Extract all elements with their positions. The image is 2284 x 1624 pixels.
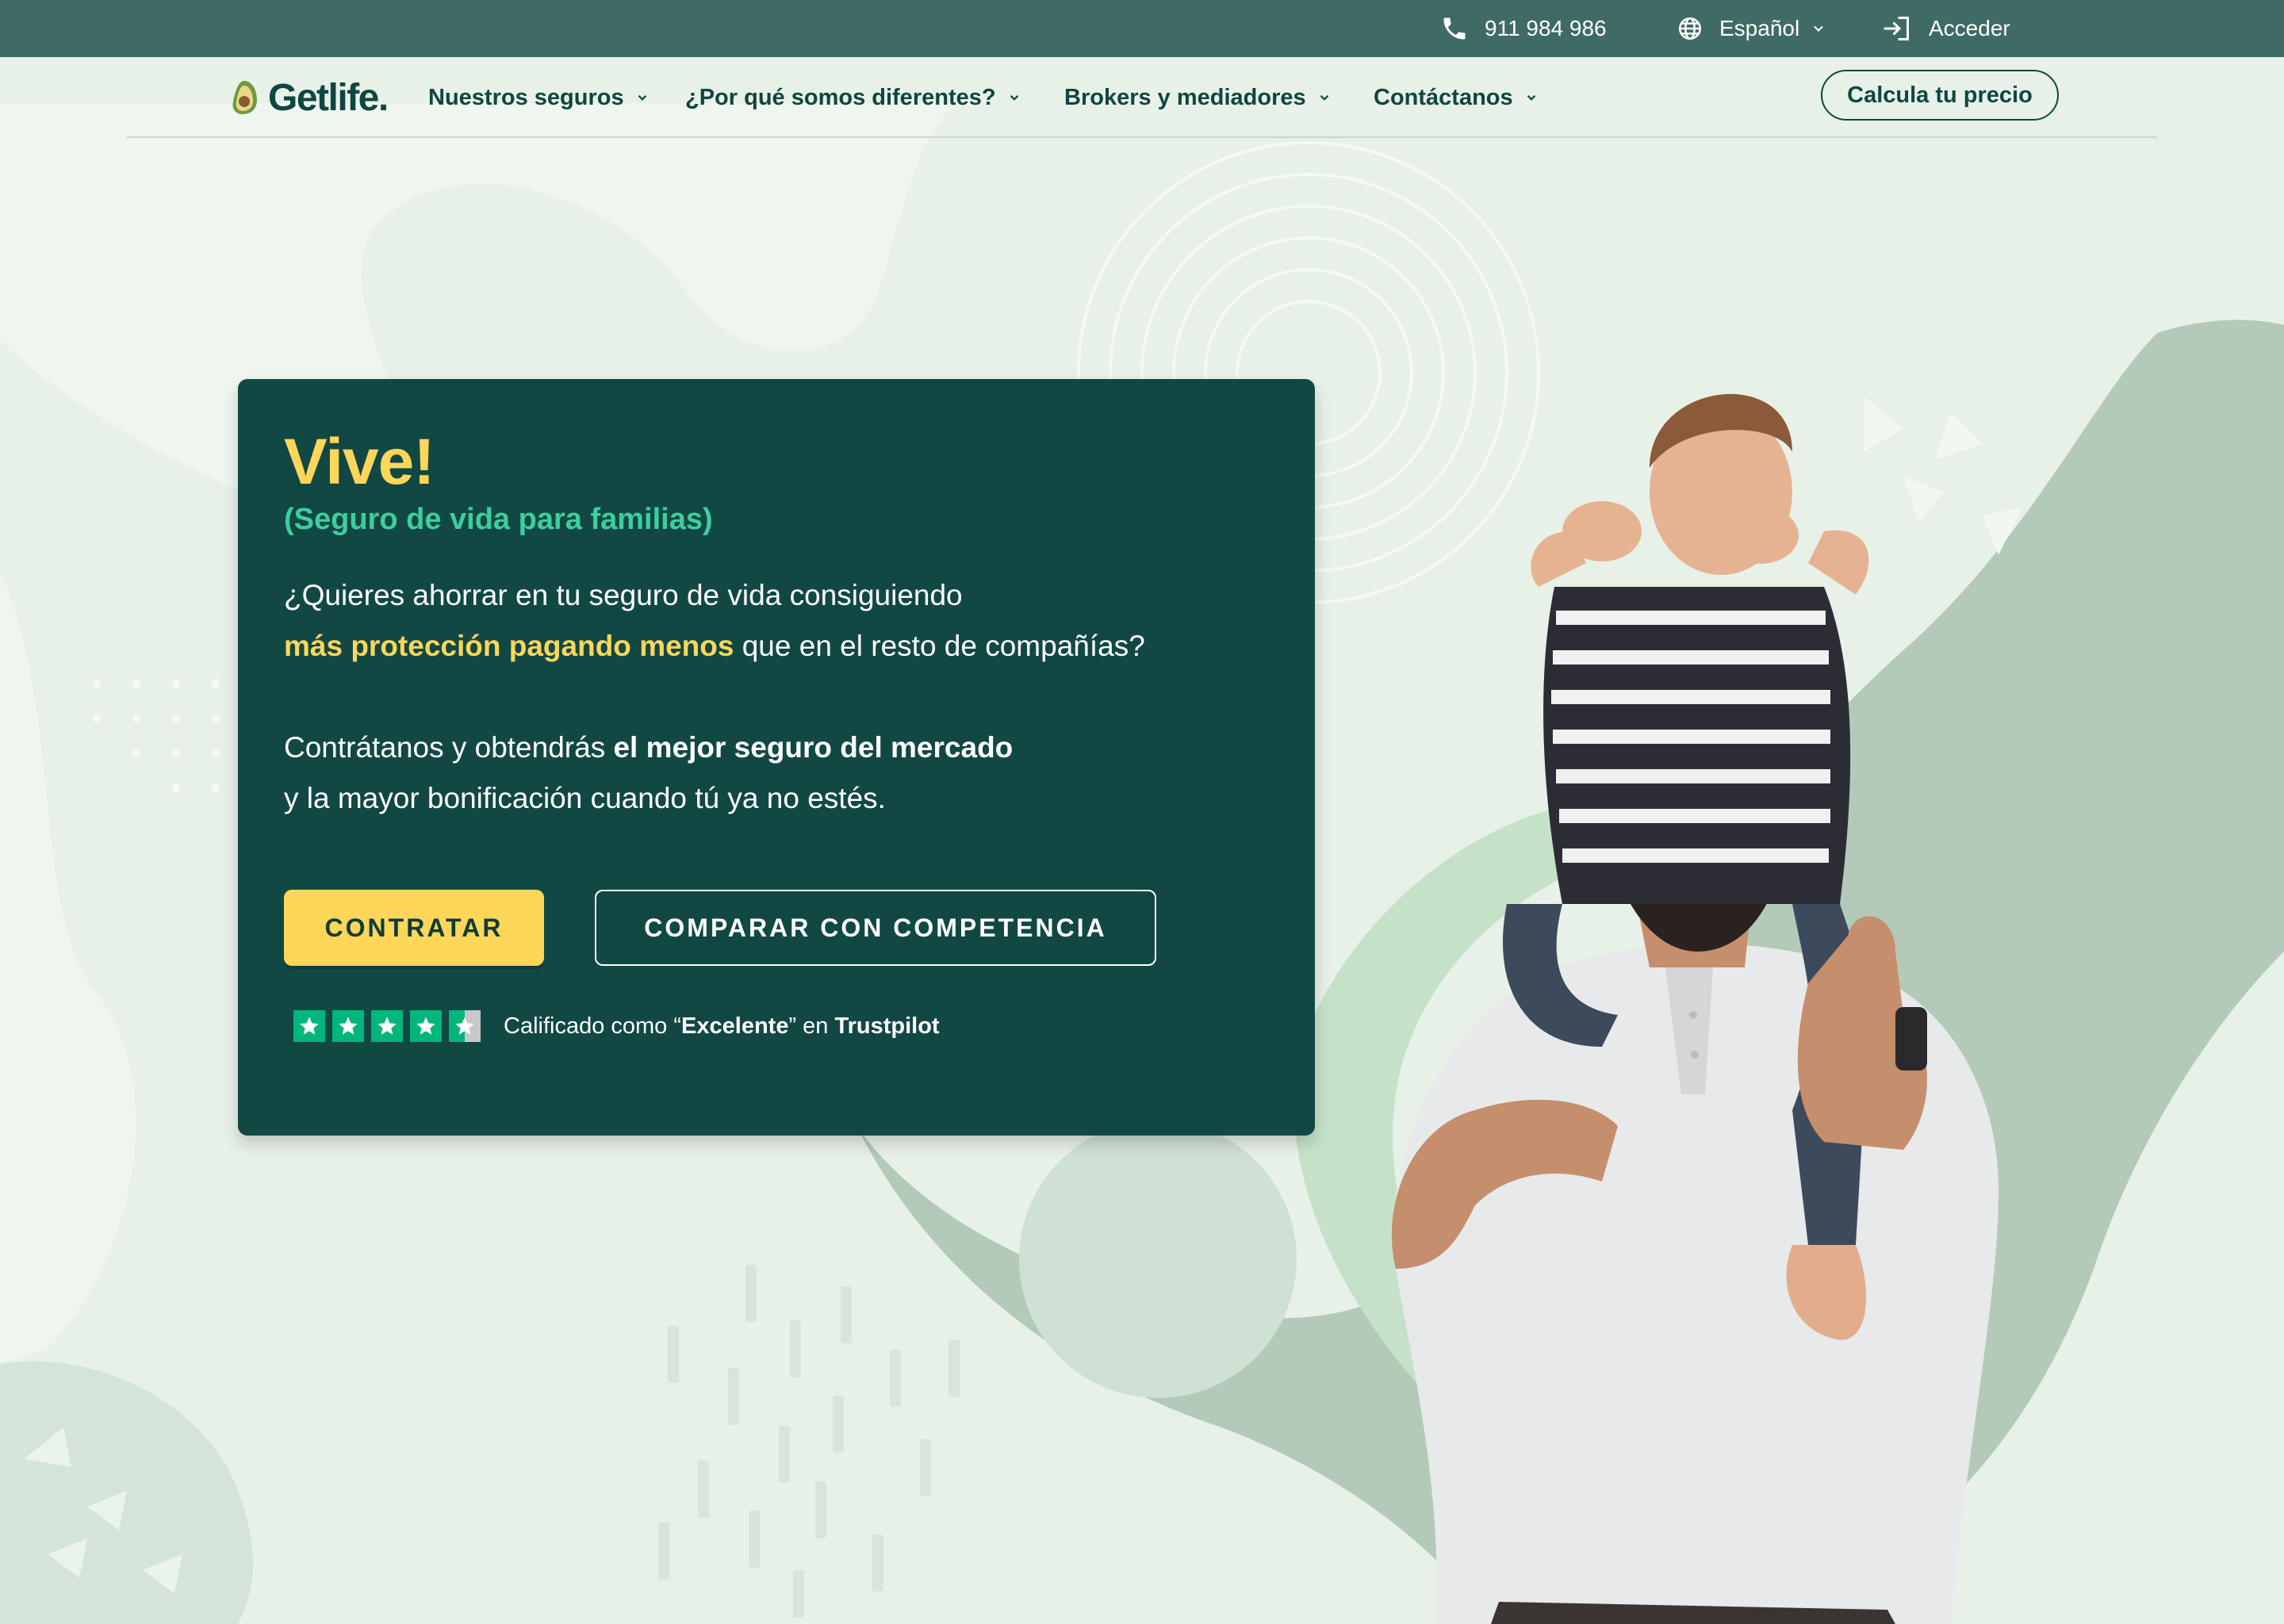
logo-text: Getlife. bbox=[268, 76, 389, 119]
phone-icon bbox=[1443, 17, 1466, 40]
compare-with-competition-button[interactable]: COMPARAR CON COMPETENCIA bbox=[595, 890, 1156, 966]
nav-divider bbox=[127, 136, 2157, 138]
chevron-down-icon bbox=[1320, 94, 1328, 101]
trust-mid: ” en bbox=[788, 1013, 835, 1039]
star-icon bbox=[332, 1010, 364, 1042]
hero-p1-text: ¿Quieres ahorrar en tu seguro de vida co… bbox=[284, 579, 963, 611]
calculate-price-button[interactable]: Calcula tu precio bbox=[1821, 70, 2059, 121]
hero-p2-text-end: y la mayor bonificación cuando tú ya no … bbox=[284, 782, 886, 814]
trustpilot-text: Calificado como “Excelente” en Trustpilo… bbox=[504, 1013, 940, 1040]
hero-photo-father-and-child bbox=[1391, 393, 1998, 1624]
rating-stars bbox=[293, 1010, 488, 1042]
main-navigation: Getlife. Nuestros seguros ¿Por qué somos… bbox=[0, 57, 2284, 138]
chevron-down-icon bbox=[1527, 94, 1535, 101]
phone-number: 911 984 986 bbox=[1485, 16, 1607, 40]
trust-brand: Trustpilot bbox=[834, 1013, 940, 1039]
hero-paragraph-savings: ¿Quieres ahorrar en tu seguro de vida co… bbox=[284, 570, 1269, 672]
login-icon bbox=[1884, 17, 1909, 40]
nav-item-label: ¿Por qué somos diferentes? bbox=[685, 84, 996, 110]
hero-title: Vive! bbox=[284, 426, 435, 498]
star-icon bbox=[371, 1010, 403, 1042]
phone-link[interactable]: 911 984 986 bbox=[1440, 0, 1607, 57]
chevron-down-icon bbox=[1814, 25, 1823, 32]
nav-item-brokers-y-mediadores[interactable]: Brokers y mediadores bbox=[1064, 78, 1332, 117]
trust-prefix: Calificado como “ bbox=[504, 1013, 682, 1039]
hero-subtitle: (Seguro de vida para familias) bbox=[284, 503, 713, 536]
hero-p2-bold: el mejor seguro del mercado bbox=[613, 731, 1014, 764]
avocado-logo-icon bbox=[232, 81, 257, 114]
half-star-icon bbox=[449, 1010, 481, 1042]
trustpilot-rating[interactable]: Calificado como “Excelente” en Trustpilo… bbox=[293, 1010, 940, 1042]
star-icon bbox=[410, 1010, 442, 1042]
hero-p2-text: Contrátanos y obtendrás bbox=[284, 731, 606, 764]
top-bar: 911 984 986 Español Acceder bbox=[0, 0, 2284, 57]
hero-p1-text-end: que en el resto de compañías? bbox=[742, 630, 1145, 662]
login-label: Acceder bbox=[1929, 16, 2010, 40]
logo[interactable]: Getlife. bbox=[228, 76, 389, 119]
hero-buttons: CONTRATAR COMPARAR CON COMPETENCIA bbox=[284, 890, 1156, 966]
hero-paragraph-best-insurance: Contrátanos y obtendrás el mejor seguro … bbox=[284, 722, 1269, 824]
nav-item-por-que-somos-diferentes[interactable]: ¿Por qué somos diferentes? bbox=[685, 78, 1021, 117]
globe-icon bbox=[1678, 17, 1702, 40]
trust-excellent: Excelente bbox=[681, 1013, 789, 1039]
chevron-down-icon bbox=[638, 94, 646, 101]
hero-card: Vive! (Seguro de vida para familias) ¿Qu… bbox=[238, 379, 1315, 1136]
contratar-button[interactable]: CONTRATAR bbox=[284, 890, 544, 966]
language-selector[interactable]: Español bbox=[1677, 0, 1826, 57]
nav-item-contactanos[interactable]: Contáctanos bbox=[1374, 78, 1539, 117]
nav-item-nuestros-seguros[interactable]: Nuestros seguros bbox=[428, 78, 650, 117]
chevron-down-icon bbox=[1010, 94, 1018, 101]
star-icon bbox=[293, 1010, 325, 1042]
nav-item-label: Contáctanos bbox=[1374, 84, 1513, 110]
nav-item-label: Brokers y mediadores bbox=[1064, 84, 1306, 110]
login-link[interactable]: Acceder bbox=[1881, 0, 2010, 57]
nav-item-label: Nuestros seguros bbox=[428, 84, 624, 110]
hero-p1-highlight: más protección pagando menos bbox=[284, 630, 734, 662]
language-label: Español bbox=[1719, 16, 1800, 40]
